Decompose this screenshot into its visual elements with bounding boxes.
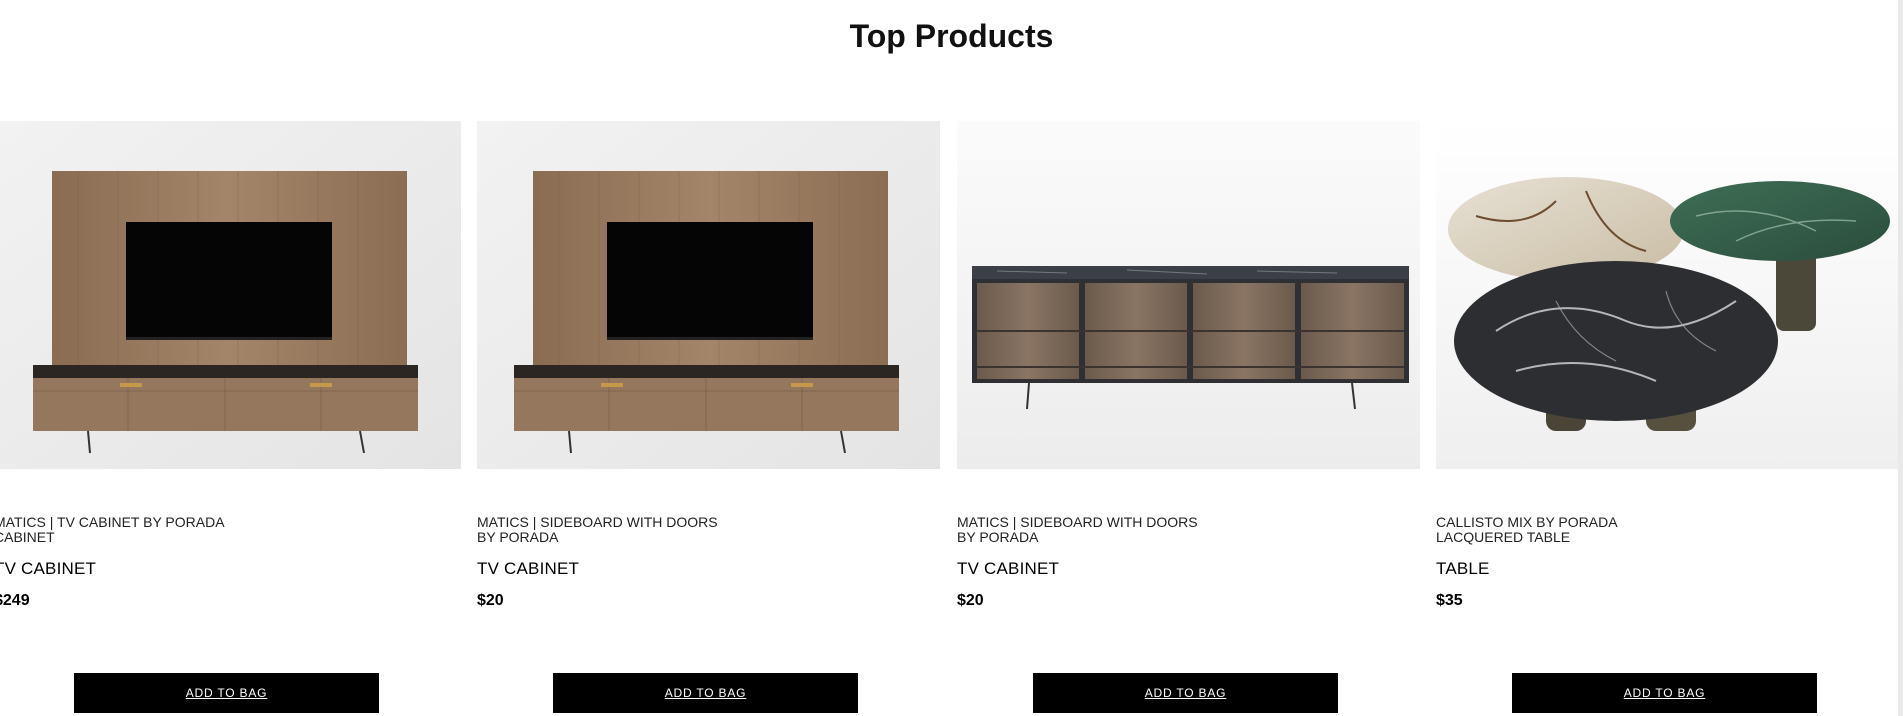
product-image-tv-cabinet[interactable] — [477, 121, 940, 469]
add-to-bag-button[interactable]: ADD TO BAG — [553, 673, 858, 713]
product-grid: MATICS | TV CABINET BY PORADA CABINET TV… — [0, 121, 1899, 716]
product-description-line: MATICS | SIDEBOARD WITH DOORS — [477, 514, 718, 530]
product-type: TV CABINET — [477, 559, 580, 578]
product-description-line: MATICS | TV CABINET BY PORADA — [0, 514, 225, 530]
add-to-bag-button[interactable]: ADD TO BAG — [1512, 673, 1817, 713]
add-to-bag-button[interactable]: ADD TO BAG — [1033, 673, 1338, 713]
add-to-bag-button[interactable]: ADD TO BAG — [74, 673, 379, 713]
product-description-line: MATICS | SIDEBOARD WITH DOORS — [957, 514, 1198, 530]
product-image-sideboard[interactable] — [957, 121, 1420, 469]
product-description-line: CALLISTO MIX BY PORADA — [1436, 514, 1618, 530]
product-description-line: BY PORADA — [957, 529, 1039, 545]
product-card: MATICS | SIDEBOARD WITH DOORS BY PORADA … — [477, 121, 940, 716]
product-description: CALLISTO MIX BY PORADA LACQUERED TABLE — [1436, 515, 1706, 545]
product-description-line: LACQUERED TABLE — [1436, 529, 1571, 545]
section-title: Top Products — [849, 18, 1054, 54]
product-description: MATICS | SIDEBOARD WITH DOORS BY PORADA — [477, 515, 747, 545]
vertical-scrollbar[interactable] — [1898, 0, 1903, 716]
product-description-line: BY PORADA — [477, 529, 559, 545]
product-type: TV CABINET — [0, 559, 97, 578]
product-price: $20 — [477, 592, 504, 609]
product-card: MATICS | SIDEBOARD WITH DOORS BY PORADA … — [957, 121, 1420, 716]
product-image-tv-cabinet[interactable] — [0, 121, 461, 469]
product-price: $20 — [957, 592, 984, 609]
product-price: $249 — [0, 592, 30, 609]
product-description-line: CABINET — [0, 529, 55, 545]
product-card: MATICS | TV CABINET BY PORADA CABINET TV… — [0, 121, 461, 716]
product-card: CALLISTO MIX BY PORADA LACQUERED TABLE T… — [1436, 121, 1899, 716]
product-price: $35 — [1436, 592, 1463, 609]
product-description: MATICS | SIDEBOARD WITH DOORS BY PORADA — [957, 515, 1227, 545]
product-image-marble-tables[interactable] — [1436, 121, 1899, 469]
product-description: MATICS | TV CABINET BY PORADA CABINET — [0, 515, 268, 545]
product-type: TV CABINET — [957, 559, 1060, 578]
product-type: TABLE — [1436, 559, 1490, 578]
